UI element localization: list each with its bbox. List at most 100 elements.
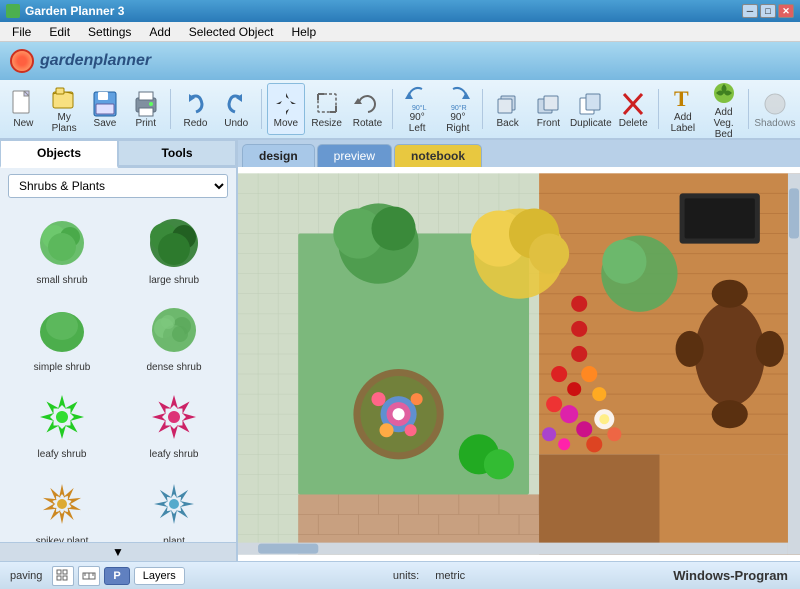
notebook-tab[interactable]: notebook xyxy=(394,144,482,167)
watermark: Windows-Program xyxy=(673,568,796,583)
leafy-shrub-red-icon xyxy=(144,387,204,447)
front-button[interactable]: Front xyxy=(529,83,568,135)
plant-dense-shrub[interactable]: dense shrub xyxy=(120,295,228,378)
plant-leafy-shrub-red[interactable]: leafy shrub xyxy=(120,382,228,465)
category-dropdown[interactable]: Shrubs & Plants Trees Flowers Vegetables… xyxy=(8,174,228,198)
titlebar-controls: ─ □ ✕ xyxy=(742,4,794,18)
my-plans-button[interactable]: My Plans xyxy=(45,83,84,135)
shadows-button[interactable]: Shadows xyxy=(754,83,796,135)
undo-button[interactable]: Undo xyxy=(217,83,256,135)
plants-grid: small shrub large shrub xyxy=(0,204,236,542)
layers-btn[interactable]: Layers xyxy=(134,567,185,585)
move-button[interactable]: Move xyxy=(267,83,306,135)
my-plans-icon xyxy=(50,84,78,112)
resize-icon xyxy=(313,90,341,118)
print-icon xyxy=(132,90,160,118)
sep4 xyxy=(482,89,483,129)
leafy-shrub-green-icon xyxy=(32,387,92,447)
move-icon xyxy=(272,90,300,118)
grid-toggle-btn[interactable] xyxy=(52,566,74,586)
plant-leafy-shrub-green[interactable]: leafy shrub xyxy=(8,382,116,465)
duplicate-label: Duplicate xyxy=(570,118,612,129)
rotate-button[interactable]: Rotate xyxy=(348,83,387,135)
tools-tab[interactable]: Tools xyxy=(118,140,236,166)
main-content: Objects Tools Shrubs & Plants Trees Flow… xyxy=(0,140,800,561)
new-button[interactable]: New xyxy=(4,83,43,135)
left-panel: Objects Tools Shrubs & Plants Trees Flow… xyxy=(0,140,238,561)
menu-settings[interactable]: Settings xyxy=(80,23,139,41)
duplicate-button[interactable]: Duplicate xyxy=(570,83,612,135)
garden-canvas[interactable] xyxy=(238,167,800,561)
sep1 xyxy=(170,89,171,129)
add-veg-bed-label: Add Veg. Bed xyxy=(707,107,740,140)
units-label: units: xyxy=(387,570,425,582)
leafy-shrub-green-label: leafy shrub xyxy=(38,449,87,460)
menu-selected-object[interactable]: Selected Object xyxy=(181,23,282,41)
print-button[interactable]: Print xyxy=(126,83,165,135)
rotate-left-button[interactable]: 90°L 90° Left xyxy=(398,83,437,135)
plant-simple-shrub[interactable]: simple shrub xyxy=(8,295,116,378)
close-button[interactable]: ✕ xyxy=(778,4,794,18)
sep6 xyxy=(748,89,749,129)
delete-icon xyxy=(619,90,647,118)
move-label: Move xyxy=(274,118,298,129)
undo-icon xyxy=(222,90,250,118)
right-panel: design preview notebook xyxy=(238,140,800,561)
simple-shrub-label: simple shrub xyxy=(34,362,91,373)
resize-button[interactable]: Resize xyxy=(307,83,346,135)
logobar: gardenplanner xyxy=(0,42,800,80)
rotate-label: Rotate xyxy=(353,118,382,129)
rotate-left-label: 90° Left xyxy=(401,112,434,134)
small-shrub-icon xyxy=(32,213,92,273)
add-veg-bed-button[interactable]: Add Veg. Bed xyxy=(704,83,743,135)
menu-add[interactable]: Add xyxy=(141,23,178,41)
panel-tabs: Objects Tools xyxy=(0,140,236,168)
logo-flower-icon xyxy=(10,49,34,73)
spikey-icon xyxy=(32,474,92,534)
resize-label: Resize xyxy=(311,118,342,129)
measure-toggle-btn[interactable] xyxy=(78,566,100,586)
large-shrub-icon xyxy=(144,213,204,273)
add-veg-bed-icon xyxy=(710,79,738,107)
titlebar-left: Garden Planner 3 xyxy=(6,4,124,18)
add-label-button[interactable]: T Add Label xyxy=(663,83,702,135)
print-label: Print xyxy=(135,118,156,129)
rotate-right-label: 90° Right xyxy=(442,112,475,134)
scroll-down-btn[interactable]: ▼ xyxy=(0,542,236,561)
menu-file[interactable]: File xyxy=(4,23,39,41)
undo-label: Undo xyxy=(224,118,248,129)
titlebar: Garden Planner 3 ─ □ ✕ xyxy=(0,0,800,22)
save-button[interactable]: Save xyxy=(86,83,125,135)
rotate-right-icon: 90°R xyxy=(444,84,472,112)
plant-large-shrub[interactable]: large shrub xyxy=(120,208,228,291)
dense-shrub-label: dense shrub xyxy=(146,362,201,373)
logo-text: gardenplanner xyxy=(40,52,151,70)
redo-label: Redo xyxy=(183,118,207,129)
new-icon xyxy=(9,90,37,118)
plant-small-shrub[interactable]: small shrub xyxy=(8,208,116,291)
sep2 xyxy=(261,89,262,129)
large-shrub-label: large shrub xyxy=(149,275,199,286)
shadows-label: Shadows xyxy=(754,118,795,129)
plant-icon xyxy=(144,474,204,534)
toolbar: New My Plans Save Print Redo Undo xyxy=(0,80,800,140)
maximize-button[interactable]: □ xyxy=(760,4,776,18)
delete-button[interactable]: Delete xyxy=(614,83,653,135)
preview-tab[interactable]: preview xyxy=(317,144,392,167)
rotate-right-button[interactable]: 90°R 90° Right xyxy=(439,83,478,135)
parking-btn[interactable]: P xyxy=(104,567,129,585)
plant-spikey[interactable]: spikey plant xyxy=(8,469,116,542)
back-button[interactable]: Back xyxy=(488,83,527,135)
plant-plant[interactable]: plant xyxy=(120,469,228,542)
app-title: Garden Planner 3 xyxy=(25,4,124,18)
redo-icon xyxy=(181,90,209,118)
back-label: Back xyxy=(496,118,518,129)
minimize-button[interactable]: ─ xyxy=(742,4,758,18)
menu-edit[interactable]: Edit xyxy=(41,23,78,41)
redo-button[interactable]: Redo xyxy=(176,83,215,135)
menubar: File Edit Settings Add Selected Object H… xyxy=(0,22,800,42)
objects-tab[interactable]: Objects xyxy=(0,140,118,168)
design-tab[interactable]: design xyxy=(242,144,315,167)
duplicate-icon xyxy=(577,90,605,118)
menu-help[interactable]: Help xyxy=(283,23,324,41)
